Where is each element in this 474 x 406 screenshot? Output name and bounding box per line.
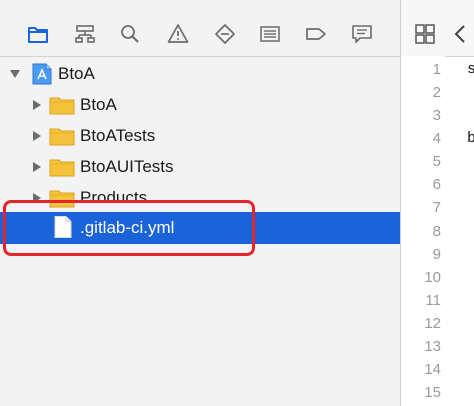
- line-number: 13: [424, 338, 441, 355]
- folder-icon[interactable]: [26, 22, 50, 46]
- disclosure-collapsed-icon[interactable]: [31, 192, 43, 204]
- navigator-toolbar: [0, 0, 400, 57]
- code-line-fragment: b: [467, 130, 474, 147]
- line-number-gutter: 1 2 3 4 5 6 7 8 9 10 11 12 13 14 15: [401, 56, 445, 406]
- hierarchy-icon[interactable]: [73, 22, 97, 46]
- line-number: 5: [432, 153, 441, 170]
- group-label: BtoAUITests: [80, 157, 174, 176]
- line-number: 14: [424, 361, 441, 378]
- folder-icon: [49, 156, 75, 178]
- source-editor[interactable]: 1 2 3 4 5 6 7 8 9 10 11 12 13 14 15 s b: [401, 0, 474, 406]
- list-icon[interactable]: [258, 22, 282, 46]
- warning-icon[interactable]: [166, 22, 190, 46]
- xcode-window: BtoA BtoA BtoATests BtoAUITests Products…: [0, 0, 474, 406]
- line-number: 12: [424, 315, 441, 332]
- code-line-fragment: s: [467, 61, 474, 78]
- tree-row-group[interactable]: Products: [0, 183, 400, 214]
- group-label: BtoA: [80, 95, 117, 114]
- tree-row-group[interactable]: BtoATests: [0, 121, 400, 152]
- folder-icon: [49, 125, 75, 147]
- tree-row-group[interactable]: BtoA: [0, 90, 400, 121]
- line-number: 6: [432, 176, 441, 193]
- disclosure-collapsed-icon[interactable]: [31, 99, 43, 111]
- line-number: 11: [425, 292, 441, 309]
- line-number: 8: [432, 223, 441, 240]
- line-number: 9: [432, 246, 441, 263]
- line-number: 15: [424, 384, 441, 401]
- tree-row-project[interactable]: BtoA: [0, 59, 400, 90]
- group-label: Products: [80, 188, 148, 207]
- grid-icon[interactable]: [413, 22, 437, 46]
- folder-icon: [49, 187, 75, 209]
- line-number: 10: [424, 269, 441, 286]
- search-icon[interactable]: [118, 22, 142, 46]
- test-diamond-icon[interactable]: [213, 22, 237, 46]
- line-number: 2: [432, 84, 441, 101]
- tag-icon[interactable]: [304, 22, 328, 46]
- disclosure-expanded-icon[interactable]: [9, 68, 21, 80]
- comment-icon[interactable]: [350, 22, 374, 46]
- folder-icon: [49, 94, 75, 116]
- editor-toolbar: [401, 0, 474, 57]
- tree-row-selected-file[interactable]: .gitlab-ci.yml: [0, 212, 400, 244]
- project-label: BtoA: [58, 64, 95, 83]
- file-icon: [50, 216, 76, 238]
- line-number: 7: [432, 199, 441, 216]
- line-number: 3: [432, 107, 441, 124]
- file-label: .gitlab-ci.yml: [80, 218, 175, 237]
- tree-row-group[interactable]: BtoAUITests: [0, 152, 400, 183]
- group-label: BtoATests: [80, 126, 156, 145]
- project-navigator: BtoA BtoA BtoATests BtoAUITests Products…: [0, 0, 400, 406]
- disclosure-collapsed-icon[interactable]: [31, 161, 43, 173]
- chevron-left-icon[interactable]: [449, 22, 473, 46]
- line-number: 1: [432, 61, 441, 78]
- disclosure-collapsed-icon[interactable]: [31, 130, 43, 142]
- project-app-icon: [29, 63, 55, 85]
- line-number: 4: [432, 130, 441, 147]
